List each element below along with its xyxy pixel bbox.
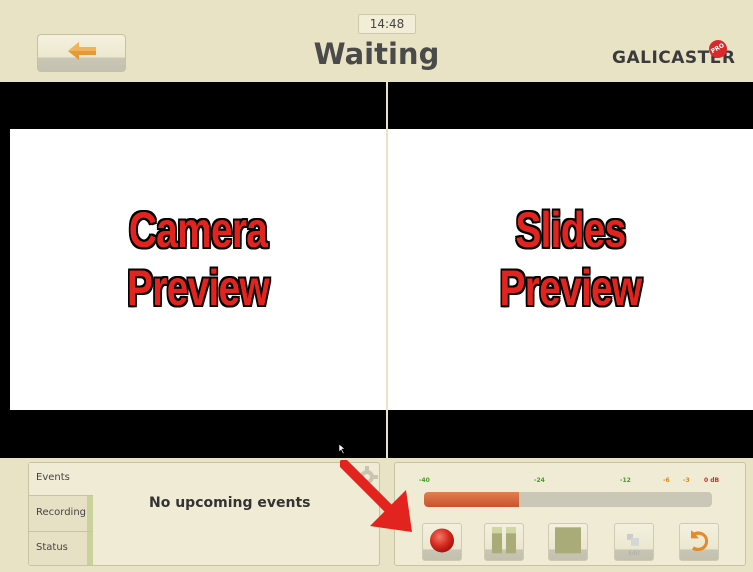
slides-preview-screen: Slides Preview xyxy=(388,129,753,410)
tab-stripe xyxy=(87,532,93,565)
camera-preview-label: Camera Preview xyxy=(127,202,270,316)
tab-status-label: Status xyxy=(36,542,68,553)
mouse-cursor-icon xyxy=(339,444,346,454)
preview-edge xyxy=(0,82,10,458)
no-events-message: No upcoming events xyxy=(149,495,311,511)
tab-events[interactable]: Events xyxy=(29,463,93,496)
camera-preview: Camera Preview xyxy=(10,82,386,458)
pause-button[interactable] xyxy=(484,523,524,561)
record-icon xyxy=(430,528,454,553)
db-label: -40 xyxy=(419,477,430,484)
db-label: -3 xyxy=(683,477,690,484)
edit-button[interactable]: Edit xyxy=(614,523,654,561)
db-label: -24 xyxy=(534,477,545,484)
db-label: -12 xyxy=(620,477,631,484)
slides-preview-label: Slides Preview xyxy=(499,202,643,316)
camera-preview-screen: Camera Preview xyxy=(10,129,386,410)
db-label: -6 xyxy=(663,477,670,484)
tab-status[interactable]: Status xyxy=(29,532,93,565)
stop-icon xyxy=(555,527,581,554)
events-panel: Events Recording Status No upcoming even… xyxy=(28,462,380,566)
pause-icon xyxy=(492,527,516,554)
reset-button[interactable] xyxy=(679,523,719,561)
tab-recording-label: Recording xyxy=(36,507,87,518)
stop-button[interactable] xyxy=(548,523,588,561)
recorder-panel: -40 -24 -12 -6 -3 0 dB Edit xyxy=(394,462,746,566)
tab-stripe xyxy=(87,496,93,531)
top-bar: 14:48 Waiting GALICASTER PRO xyxy=(0,0,753,82)
clock: 14:48 xyxy=(358,14,416,34)
tab-recording[interactable]: Recording xyxy=(29,496,93,532)
edit-label: Edit xyxy=(628,550,640,557)
galicaster-logo: GALICASTER PRO xyxy=(612,36,735,72)
audio-level-meter xyxy=(424,492,712,507)
record-button[interactable] xyxy=(422,523,462,561)
undo-icon xyxy=(691,530,709,552)
edit-icon xyxy=(627,533,639,546)
audio-level-fill xyxy=(424,492,520,507)
db-label: 0 dB xyxy=(704,477,720,484)
slides-preview: Slides Preview xyxy=(388,82,753,458)
gear-icon[interactable] xyxy=(356,466,378,488)
